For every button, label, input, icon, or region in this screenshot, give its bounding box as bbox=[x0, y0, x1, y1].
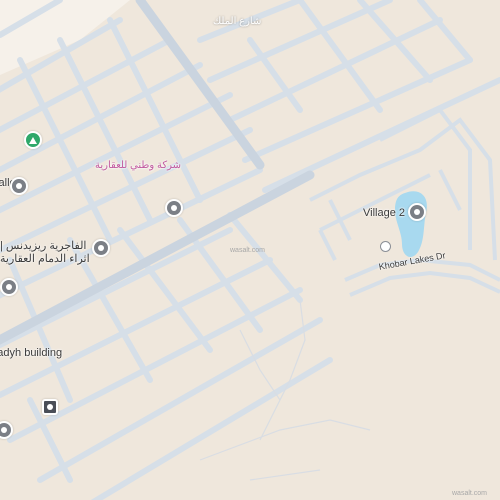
map-view[interactable]: شارع الملك شركة وطني للعقارية Gallery ال… bbox=[0, 0, 500, 500]
gallery-pin-icon[interactable] bbox=[10, 177, 28, 195]
building-icon[interactable] bbox=[0, 278, 18, 296]
pink-poi-label[interactable]: شركة وطني للعقارية bbox=[95, 160, 181, 171]
pin-icon[interactable] bbox=[165, 199, 183, 217]
village-pin-icon[interactable] bbox=[408, 203, 426, 221]
arabic-residence-label-line2[interactable]: اثراء الدمام العقارية bbox=[0, 252, 90, 265]
watermark-center: wasalt.com bbox=[230, 247, 266, 254]
top-street-label: شارع الملك bbox=[213, 16, 262, 27]
building-label[interactable]: Al-Muhammadyh building bbox=[0, 347, 62, 359]
village-label[interactable]: Village 2 bbox=[363, 207, 405, 219]
marker-icon[interactable] bbox=[380, 241, 391, 252]
tag-icon[interactable] bbox=[42, 399, 58, 415]
watermark-corner: wasalt.com bbox=[452, 490, 488, 497]
tree-icon[interactable] bbox=[24, 131, 42, 149]
arabic-residence-label-line1[interactable]: الفاجرية ريزيدنس | bbox=[0, 239, 87, 252]
arabic-residence-pin-icon[interactable] bbox=[92, 239, 110, 257]
